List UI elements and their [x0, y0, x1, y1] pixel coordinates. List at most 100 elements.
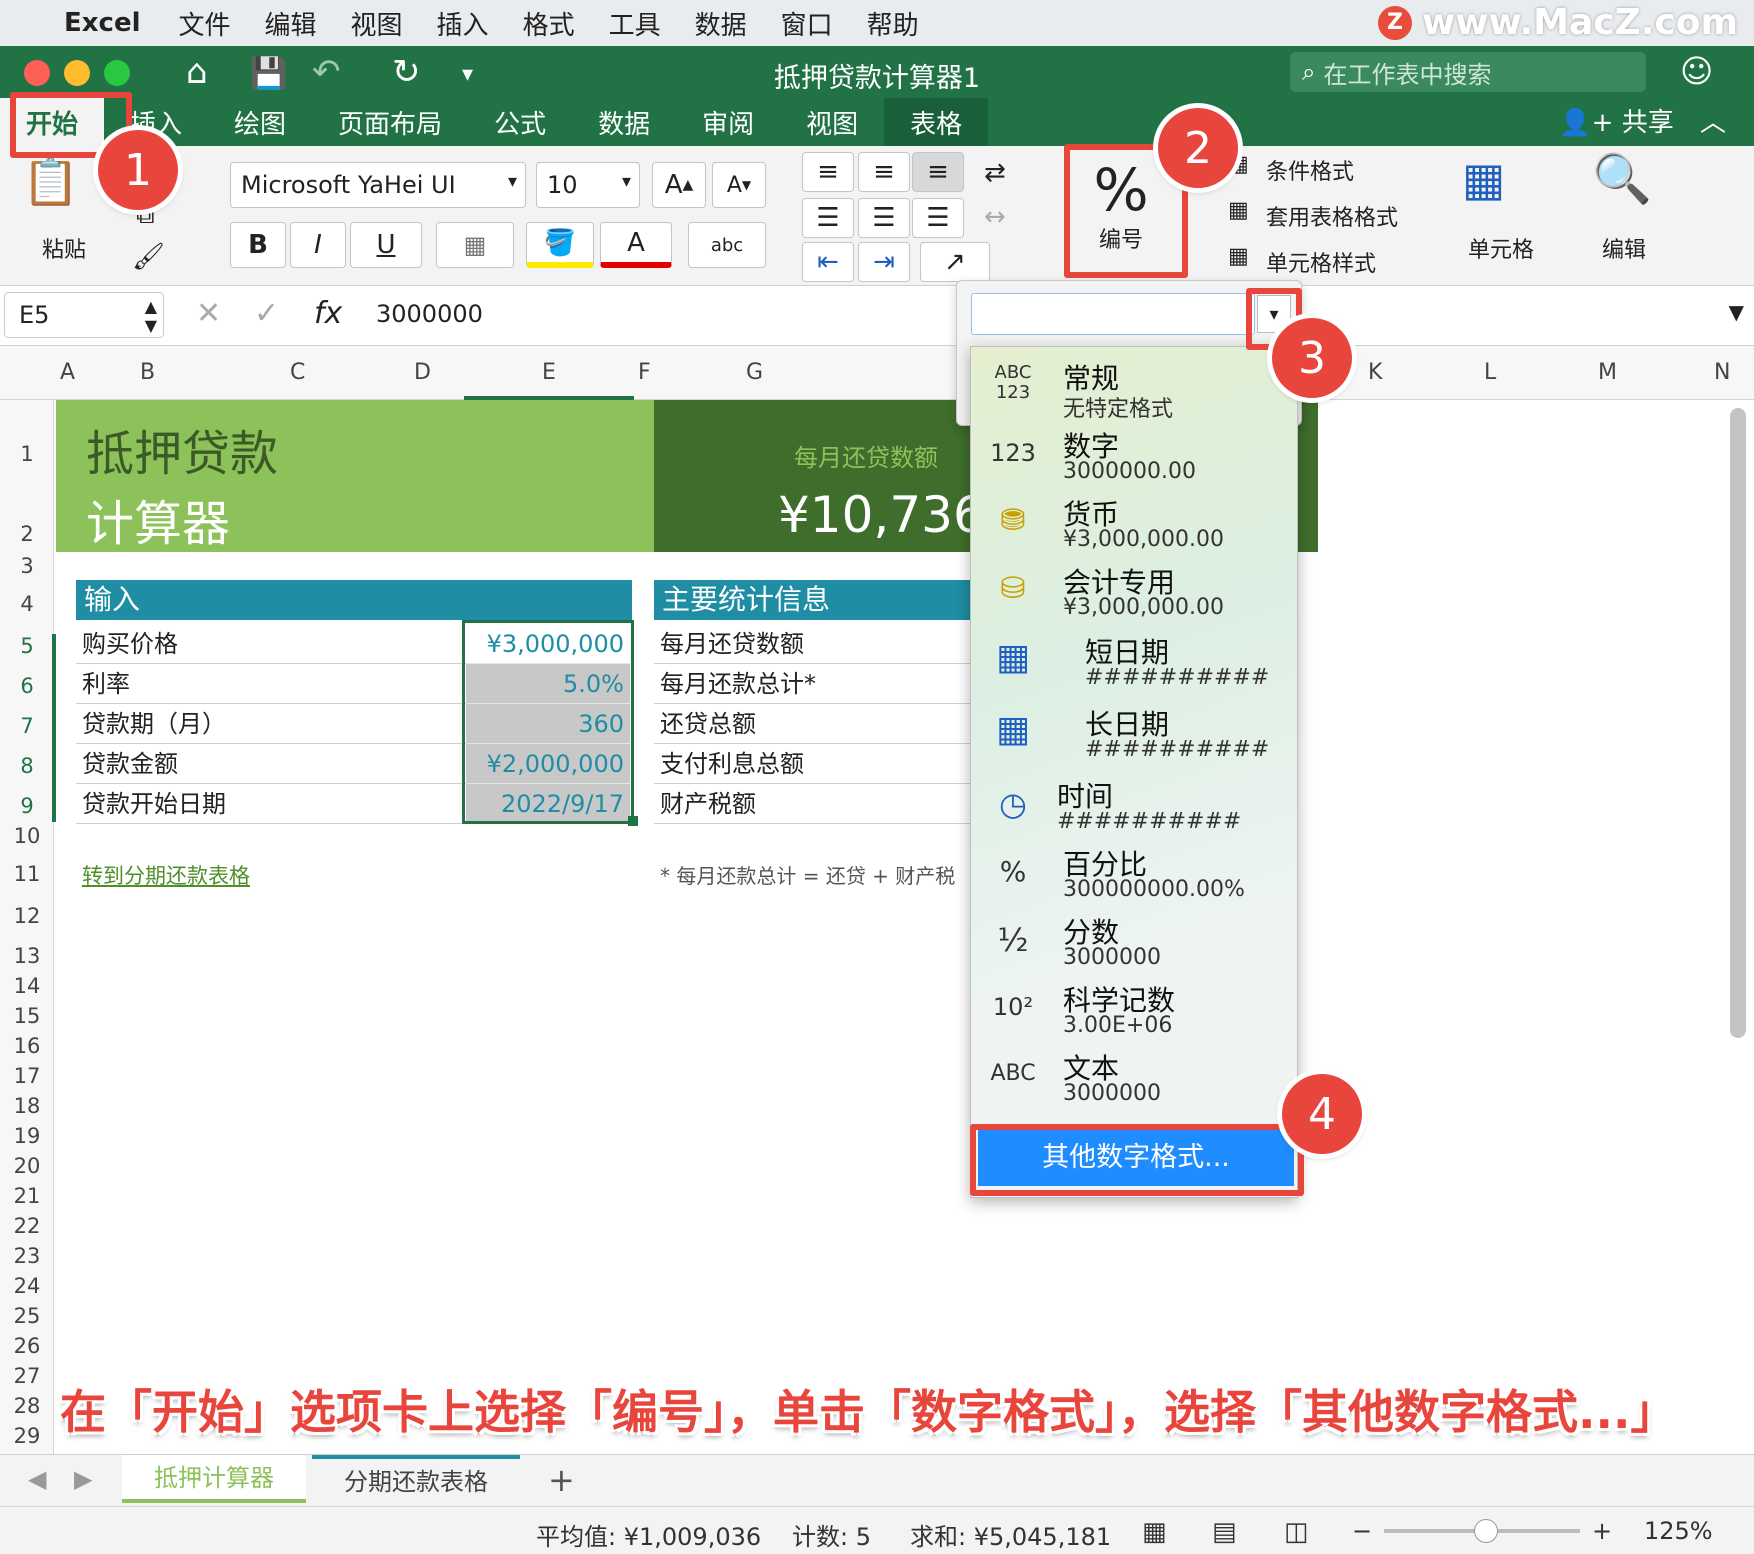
tab-view[interactable]: 视图 — [780, 98, 884, 146]
row-header[interactable]: 20 — [0, 1154, 54, 1178]
format-long-date[interactable]: ▦ 长日期 ########## — [971, 701, 1299, 773]
row-header[interactable]: 16 — [0, 1034, 54, 1058]
row-header[interactable]: 28 — [0, 1394, 54, 1418]
number-format-input[interactable] — [971, 293, 1255, 335]
stat-label[interactable]: 财产税额 — [654, 784, 970, 824]
merge-cells-icon[interactable]: ↔ — [984, 202, 1006, 232]
align-middle-button[interactable]: ≡ — [858, 152, 910, 192]
menu-edit[interactable]: 编辑 — [265, 5, 317, 42]
row-header[interactable]: 17 — [0, 1064, 54, 1088]
menu-window[interactable]: 窗口 — [781, 5, 833, 42]
undo-icon[interactable]: ↶ — [312, 52, 341, 92]
page-break-view-icon[interactable]: ◫ — [1284, 1517, 1309, 1547]
column-header[interactable]: F — [638, 360, 651, 385]
row-header[interactable]: 6 — [0, 674, 54, 698]
insert-function-icon[interactable]: fx — [314, 296, 342, 331]
borders-button[interactable]: ▦ — [436, 222, 514, 268]
input-label[interactable]: 利率 — [76, 664, 466, 704]
cell-styles-button[interactable]: 单元格样式 — [1266, 246, 1376, 278]
wrap-text-icon[interactable]: ⇄ — [984, 158, 1006, 188]
stat-label[interactable]: 每月还贷数额 — [654, 624, 970, 664]
align-center-button[interactable]: ☰ — [858, 198, 910, 238]
italic-button[interactable]: I — [290, 222, 346, 268]
increase-indent-button[interactable]: ⇥ — [858, 242, 910, 282]
underline-button[interactable]: U — [350, 222, 422, 268]
feedback-smiley-icon[interactable]: ☺ — [1680, 52, 1713, 90]
tab-formulas[interactable]: 公式 — [468, 98, 572, 146]
sheet-tab-mortgage[interactable]: 抵押计算器 — [122, 1455, 306, 1503]
row-header[interactable]: 3 — [0, 554, 54, 578]
fill-handle[interactable] — [628, 816, 638, 826]
menu-file[interactable]: 文件 — [179, 5, 231, 42]
format-short-date[interactable]: ▦ 短日期 ########## — [971, 629, 1299, 701]
row-header[interactable]: 26 — [0, 1334, 54, 1358]
format-as-table-button[interactable]: 套用表格格式 — [1266, 200, 1398, 232]
zoom-out-icon[interactable]: − — [1352, 1517, 1372, 1545]
row-header[interactable]: 4 — [0, 592, 54, 616]
zoom-in-icon[interactable]: + — [1592, 1517, 1612, 1545]
row-header[interactable]: 11 — [0, 862, 54, 886]
row-header[interactable]: 12 — [0, 904, 54, 928]
add-sheet-button[interactable]: + — [548, 1461, 575, 1499]
tab-review[interactable]: 审阅 — [676, 98, 780, 146]
column-header[interactable]: G — [746, 360, 763, 385]
prev-sheet-icon[interactable]: ◀ — [28, 1465, 46, 1493]
tab-data[interactable]: 数据 — [572, 98, 676, 146]
stat-label[interactable]: 还贷总额 — [654, 704, 970, 744]
menu-tools[interactable]: 工具 — [609, 5, 661, 42]
sheet-search-input[interactable]: ⌕ 在工作表中搜索 — [1290, 52, 1646, 92]
row-header[interactable]: 22 — [0, 1214, 54, 1238]
normal-view-icon[interactable]: ▦ — [1142, 1517, 1167, 1547]
row-header[interactable]: 21 — [0, 1184, 54, 1208]
row-header[interactable]: 8 — [0, 754, 54, 778]
conditional-format-button[interactable]: 条件格式 — [1266, 154, 1354, 186]
stat-label[interactable]: 每月还款总计* — [654, 664, 970, 704]
format-general[interactable]: ABC 123 常规 无特定格式 — [971, 355, 1299, 423]
row-header[interactable]: 29 — [0, 1424, 54, 1448]
format-painter-icon[interactable]: 🖌 — [132, 242, 165, 272]
font-size-select[interactable]: 10 ▾ — [536, 162, 640, 208]
text-effects-button[interactable]: abc — [688, 222, 766, 268]
row-header[interactable]: 1 — [0, 442, 54, 466]
shrink-font-button[interactable]: A ▼ — [712, 162, 766, 208]
align-right-button[interactable]: ☰ — [912, 198, 964, 238]
column-header[interactable]: C — [290, 360, 305, 385]
format-accounting[interactable]: ⛁ 会计专用 ¥3,000,000.00 — [971, 559, 1299, 627]
zoom-window-button[interactable] — [104, 60, 130, 86]
row-header[interactable]: 14 — [0, 974, 54, 998]
column-header[interactable]: K — [1368, 360, 1382, 385]
sheet-tab-amortization[interactable]: 分期还款表格 — [312, 1455, 520, 1503]
row-header[interactable]: 19 — [0, 1124, 54, 1148]
row-header[interactable]: 18 — [0, 1094, 54, 1118]
input-label[interactable]: 贷款金额 — [76, 744, 466, 784]
format-scientific[interactable]: 10² 科学记数 3.00E+06 — [971, 977, 1299, 1045]
cells-icon[interactable]: ▦ — [1462, 152, 1505, 206]
row-header[interactable]: 9 — [0, 794, 54, 818]
page-layout-view-icon[interactable]: ▤ — [1212, 1517, 1237, 1547]
tab-page-layout[interactable]: 页面布局 — [312, 98, 468, 146]
zoom-slider-thumb[interactable] — [1474, 1519, 1498, 1543]
close-window-button[interactable] — [24, 60, 50, 86]
row-header[interactable]: 10 — [0, 824, 54, 848]
minimize-window-button[interactable] — [64, 60, 90, 86]
fill-color-button[interactable]: 🪣 — [526, 222, 594, 268]
column-header[interactable]: D — [414, 360, 431, 385]
format-fraction[interactable]: ½ 分数 3000000 — [971, 909, 1299, 977]
column-header-selected[interactable]: E — [542, 360, 556, 385]
clipboard-icon[interactable]: 📋 — [22, 154, 79, 209]
redo-icon[interactable]: ↻ — [392, 52, 421, 92]
format-currency[interactable]: ⛃ 货币 ¥3,000,000.00 — [971, 491, 1299, 559]
input-label[interactable]: 贷款开始日期 — [76, 784, 466, 824]
bold-button[interactable]: B — [230, 222, 286, 268]
row-header[interactable]: 15 — [0, 1004, 54, 1028]
column-header[interactable]: L — [1484, 360, 1496, 385]
menu-help[interactable]: 帮助 — [867, 5, 919, 42]
customize-toolbar-icon[interactable]: ▾ — [462, 62, 473, 87]
column-header[interactable]: A — [60, 360, 75, 385]
menu-data[interactable]: 数据 — [695, 5, 747, 42]
column-header[interactable]: B — [140, 360, 155, 385]
format-time[interactable]: ◷ 时间 ########## — [971, 773, 1299, 841]
format-text[interactable]: ABC 文本 3000000 — [971, 1045, 1299, 1113]
row-header[interactable]: 23 — [0, 1244, 54, 1268]
grow-font-button[interactable]: A ▲ — [652, 162, 706, 208]
